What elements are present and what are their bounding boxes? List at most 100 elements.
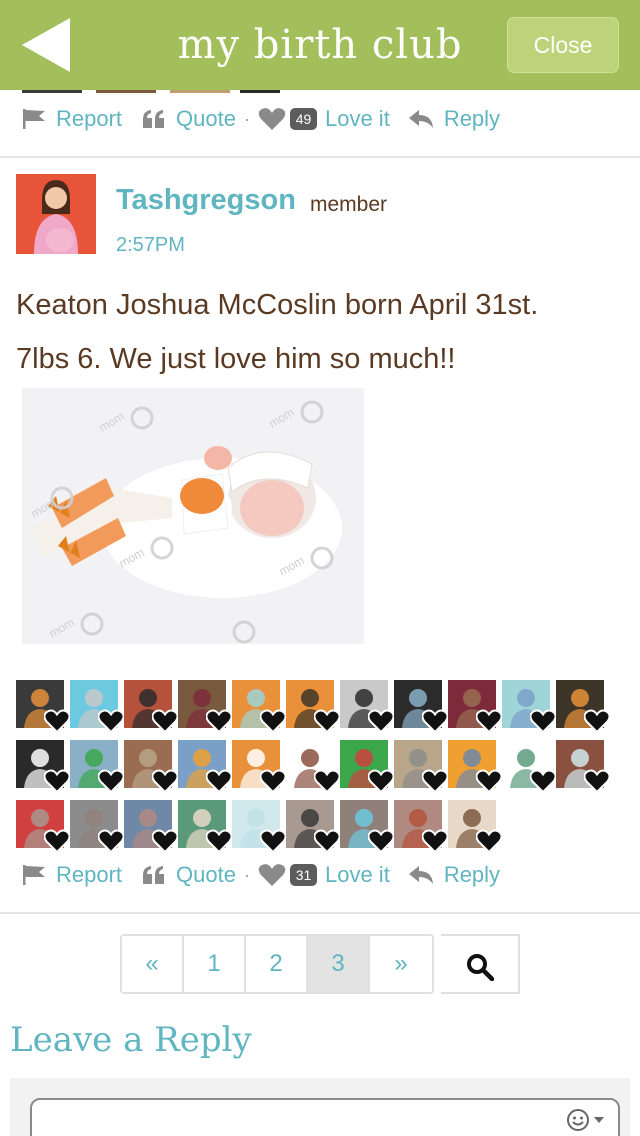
lover-avatar[interactable] xyxy=(286,800,341,854)
lover-avatar[interactable] xyxy=(448,800,503,854)
reply-button[interactable]: Reply xyxy=(408,106,500,132)
love-button[interactable]: 49 Love it xyxy=(258,106,390,132)
love-count-badge: 31 xyxy=(289,864,317,886)
lover-avatar[interactable] xyxy=(502,680,557,734)
lover-avatar[interactable] xyxy=(394,800,449,854)
emoji-button[interactable] xyxy=(566,1108,606,1132)
lover-avatar[interactable] xyxy=(556,740,611,794)
heart-icon xyxy=(97,709,125,734)
close-button[interactable]: Close xyxy=(507,17,619,73)
lover-avatar[interactable] xyxy=(394,740,449,794)
lover-avatar[interactable] xyxy=(448,680,503,734)
lover-avatar[interactable] xyxy=(340,680,395,734)
dropdown-caret-icon xyxy=(594,1117,604,1123)
post-body-line: Keaton Joshua McCoslin born April 31st. xyxy=(16,289,539,321)
report-button[interactable]: Report xyxy=(22,106,122,132)
lover-avatar[interactable] xyxy=(340,740,395,794)
heart-icon xyxy=(97,829,125,854)
lovers-grid xyxy=(16,680,616,860)
heart-icon xyxy=(151,769,179,794)
heart-icon xyxy=(475,769,503,794)
reply-form xyxy=(10,1078,630,1136)
heart-icon xyxy=(583,709,611,734)
avatar[interactable] xyxy=(16,174,96,254)
post-username[interactable]: Tashgregson xyxy=(116,184,296,217)
lover-avatar[interactable] xyxy=(124,740,179,794)
lover-avatar[interactable] xyxy=(448,740,503,794)
heart-icon xyxy=(205,769,233,794)
love-label: Love it xyxy=(324,106,390,131)
lover-avatar[interactable] xyxy=(232,680,287,734)
quote-label: Quote xyxy=(176,106,236,131)
heart-icon xyxy=(258,864,286,886)
lover-avatar[interactable] xyxy=(394,680,449,734)
report-button[interactable]: Report xyxy=(22,862,122,888)
separator-dot: · xyxy=(243,864,250,885)
prev-post-action-bar: Report Quote · 49 Love it Reply xyxy=(22,102,500,136)
lover-avatar[interactable] xyxy=(124,800,179,854)
lover-avatar[interactable] xyxy=(178,800,233,854)
search-button[interactable] xyxy=(441,934,520,994)
heart-icon xyxy=(313,709,341,734)
report-label: Report xyxy=(56,106,123,131)
quote-button[interactable]: Quote xyxy=(142,862,236,888)
lover-avatar[interactable] xyxy=(16,740,71,794)
lover-avatar[interactable] xyxy=(502,740,557,794)
page-3-button[interactable]: 3 xyxy=(308,936,370,992)
lover-avatar[interactable] xyxy=(16,680,71,734)
heart-icon xyxy=(529,709,557,734)
post-divider xyxy=(0,156,640,158)
heart-icon xyxy=(421,769,449,794)
love-button[interactable]: 31 Love it xyxy=(258,862,390,888)
quote-icon xyxy=(143,866,165,884)
heart-icon xyxy=(313,829,341,854)
reply-label: Reply xyxy=(443,106,501,131)
heart-icon xyxy=(205,829,233,854)
heart-icon xyxy=(529,769,557,794)
post-body: Keaton Joshua McCoslin born April 31st. … xyxy=(16,278,616,386)
quote-icon xyxy=(143,110,165,128)
reply-label: Reply xyxy=(443,862,501,887)
report-label: Report xyxy=(56,862,123,887)
reply-textarea[interactable] xyxy=(30,1098,620,1136)
lover-avatar[interactable] xyxy=(16,800,71,854)
lover-avatar[interactable] xyxy=(178,680,233,734)
love-count-badge: 49 xyxy=(289,108,317,130)
leave-reply-heading: Leave a Reply xyxy=(10,1020,252,1060)
member-role: member xyxy=(310,193,388,216)
lover-avatar[interactable] xyxy=(340,800,395,854)
heart-icon xyxy=(583,769,611,794)
heart-icon xyxy=(151,709,179,734)
lover-avatar[interactable] xyxy=(124,680,179,734)
lover-avatar[interactable] xyxy=(178,740,233,794)
page-1-button[interactable]: 1 xyxy=(184,936,246,992)
lover-avatar[interactable] xyxy=(286,740,341,794)
heart-icon xyxy=(421,709,449,734)
page-next-button[interactable]: » xyxy=(370,936,432,992)
heart-icon xyxy=(259,709,287,734)
app-header: my birth club Close xyxy=(0,0,640,90)
lover-avatar[interactable] xyxy=(232,740,287,794)
reply-arrow-icon xyxy=(408,110,433,128)
smiley-icon xyxy=(567,1109,589,1131)
quote-label: Quote xyxy=(176,862,236,887)
post-body-line: 7lbs 6. We just love him so much!! xyxy=(16,343,456,375)
page-prev-button[interactable]: « xyxy=(122,936,184,992)
lover-avatar[interactable] xyxy=(70,800,125,854)
page-2-button[interactable]: 2 xyxy=(246,936,308,992)
lover-avatar[interactable] xyxy=(70,680,125,734)
heart-icon xyxy=(151,829,179,854)
lover-avatar[interactable] xyxy=(286,680,341,734)
lover-avatar[interactable] xyxy=(70,740,125,794)
reply-arrow-icon xyxy=(408,866,433,884)
heart-icon xyxy=(475,709,503,734)
lover-avatar[interactable] xyxy=(556,680,611,734)
heart-icon xyxy=(258,108,286,130)
heart-icon xyxy=(97,769,125,794)
reply-button[interactable]: Reply xyxy=(408,862,500,888)
heart-icon xyxy=(43,829,71,854)
lover-avatar[interactable] xyxy=(232,800,287,854)
post-photo[interactable]: mom mom mom mom mom mom xyxy=(22,388,364,644)
flag-icon xyxy=(23,109,45,129)
quote-button[interactable]: Quote xyxy=(142,106,236,132)
